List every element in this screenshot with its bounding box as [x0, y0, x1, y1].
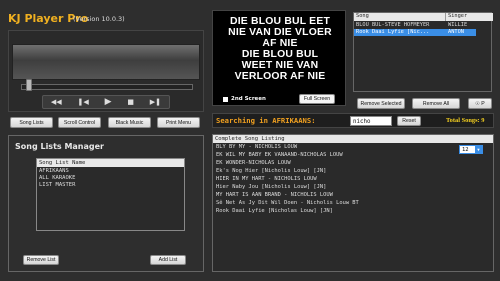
remove-selected-button[interactable]: Remove Selected [357, 98, 405, 109]
queue-header-song: Song [354, 13, 446, 21]
queue-table: Song Singer BLOU BUL-STEVE HOFMEYER WILL… [353, 12, 493, 92]
font-size-select[interactable]: 12 ▼ [459, 145, 483, 154]
next-icon[interactable]: ▶❚ [150, 98, 161, 106]
full-screen-button[interactable]: Full Screen [299, 94, 335, 104]
queue-singer: ANTON [448, 29, 464, 35]
play-icon[interactable]: ▶ [105, 97, 112, 107]
list-item[interactable]: LIST MASTER [39, 182, 75, 188]
volume-handle[interactable] [26, 79, 32, 91]
tab-song-lists[interactable]: Song Lists [10, 117, 53, 128]
lyric-line: AF NIE [262, 38, 298, 49]
list-item[interactable]: Ek's Nog Hier [Nicholis Louw] [JN] [216, 168, 326, 174]
second-screen-label: 2nd Screen [231, 96, 266, 102]
list-item[interactable]: BLY BY MY - NICHOLIS LOUW [216, 144, 297, 150]
tab-print-menu[interactable]: Print Menu [157, 117, 200, 128]
tab-scroll-control[interactable]: Scroll Control [58, 117, 101, 128]
queue-song: Rook Daai Lyfie [Nic... [356, 29, 430, 35]
song-listing-header: Complete Song Listing [213, 135, 493, 143]
list-item[interactable]: HIER IN MY HART - NICHOLIS LOUW [216, 176, 317, 182]
player-panel: ◀◀ ❚◀ ▶ ■ ▶❚ [8, 30, 204, 112]
seek-bar[interactable] [21, 84, 193, 90]
table-row[interactable]: BLOU BUL-STEVE HOFMEYER WILLIE [354, 22, 493, 29]
stop-icon[interactable]: ■ [127, 98, 134, 106]
list-item[interactable]: Hier Naby Jou [Nicholis Louw] [JN] [216, 184, 326, 190]
list-item[interactable]: EK WIL MY BABY EK VANAAND-NICHOLAS LOUW [216, 152, 343, 158]
lyric-line: WEET NIE VAN [241, 60, 319, 71]
rewind-icon[interactable]: ◀◀ [51, 98, 62, 106]
lyrics-display: DIE BLOU BUL EET NIE VAN DIE VLOER AF NI… [212, 10, 346, 106]
list-item[interactable]: AFRIKAANS [39, 168, 69, 174]
lyric-line: VERLOOR AF NIE [234, 71, 326, 82]
lyric-line: NIE VAN DIE VLOER [228, 27, 332, 38]
reset-button[interactable]: Reset [397, 116, 421, 126]
manager-title: Song Lists Manager [15, 142, 104, 151]
list-item[interactable]: EK WONDER-NICHOLAS LOUW [216, 160, 291, 166]
second-screen-checkbox[interactable] [223, 97, 228, 102]
lyrics-text: DIE BLOU BUL EET NIE VAN DIE VLOER AF NI… [213, 16, 347, 82]
table-row[interactable]: Rook Daai Lyfie [Nic... ANTON [354, 29, 476, 36]
remove-list-button[interactable]: Remove List [23, 255, 59, 265]
video-display [12, 44, 200, 80]
queue-header: Song Singer [354, 13, 493, 21]
app-version: (Version 10.0.3) [73, 15, 125, 23]
list-item[interactable]: ALL KARAOKE [39, 175, 75, 181]
remove-all-button[interactable]: Remove All [412, 98, 460, 109]
song-lists-manager: Song Lists Manager Song List Name AFRIKA… [8, 135, 204, 272]
list-item[interactable]: Rook Daai Lyfie [Nicholas Louw] [JN] [216, 208, 333, 214]
transport-bar: ◀◀ ❚◀ ▶ ■ ▶❚ [42, 95, 170, 109]
song-listing: Complete Song Listing BLY BY MY - NICHOL… [212, 134, 494, 272]
prev-icon[interactable]: ❚◀ [78, 98, 89, 106]
song-list-table: Song List Name AFRIKAANS ALL KARAOKE LIS… [36, 158, 185, 231]
total-songs: Total Songs: 9 [446, 117, 485, 124]
font-size-value: 12 [462, 146, 469, 153]
lyric-line: DIE BLOU BUL [241, 49, 319, 60]
lyric-line: DIE BLOU BUL EET [230, 16, 330, 27]
list-item[interactable]: MY HART IS AAN BRAND - NICHOLIS LOUW [216, 192, 333, 198]
tab-black-music[interactable]: Black Music [108, 117, 151, 128]
queue-singer: WILLIE [448, 22, 468, 28]
p-button[interactable]: ☉ P [468, 98, 492, 109]
search-label: Searching in AFRIKAANS: [216, 116, 316, 125]
chevron-down-icon: ▼ [475, 146, 482, 153]
song-list-header: Song List Name [37, 159, 184, 167]
queue-song: BLOU BUL-STEVE HOFMEYER [356, 22, 430, 28]
search-input[interactable]: nicho [350, 116, 392, 126]
queue-header-singer: Singer [448, 13, 468, 19]
list-item[interactable]: Sê Net As Jy Dit Wil Doen - Nicholis Lou… [216, 200, 359, 206]
add-list-button[interactable]: Add List [150, 255, 186, 265]
